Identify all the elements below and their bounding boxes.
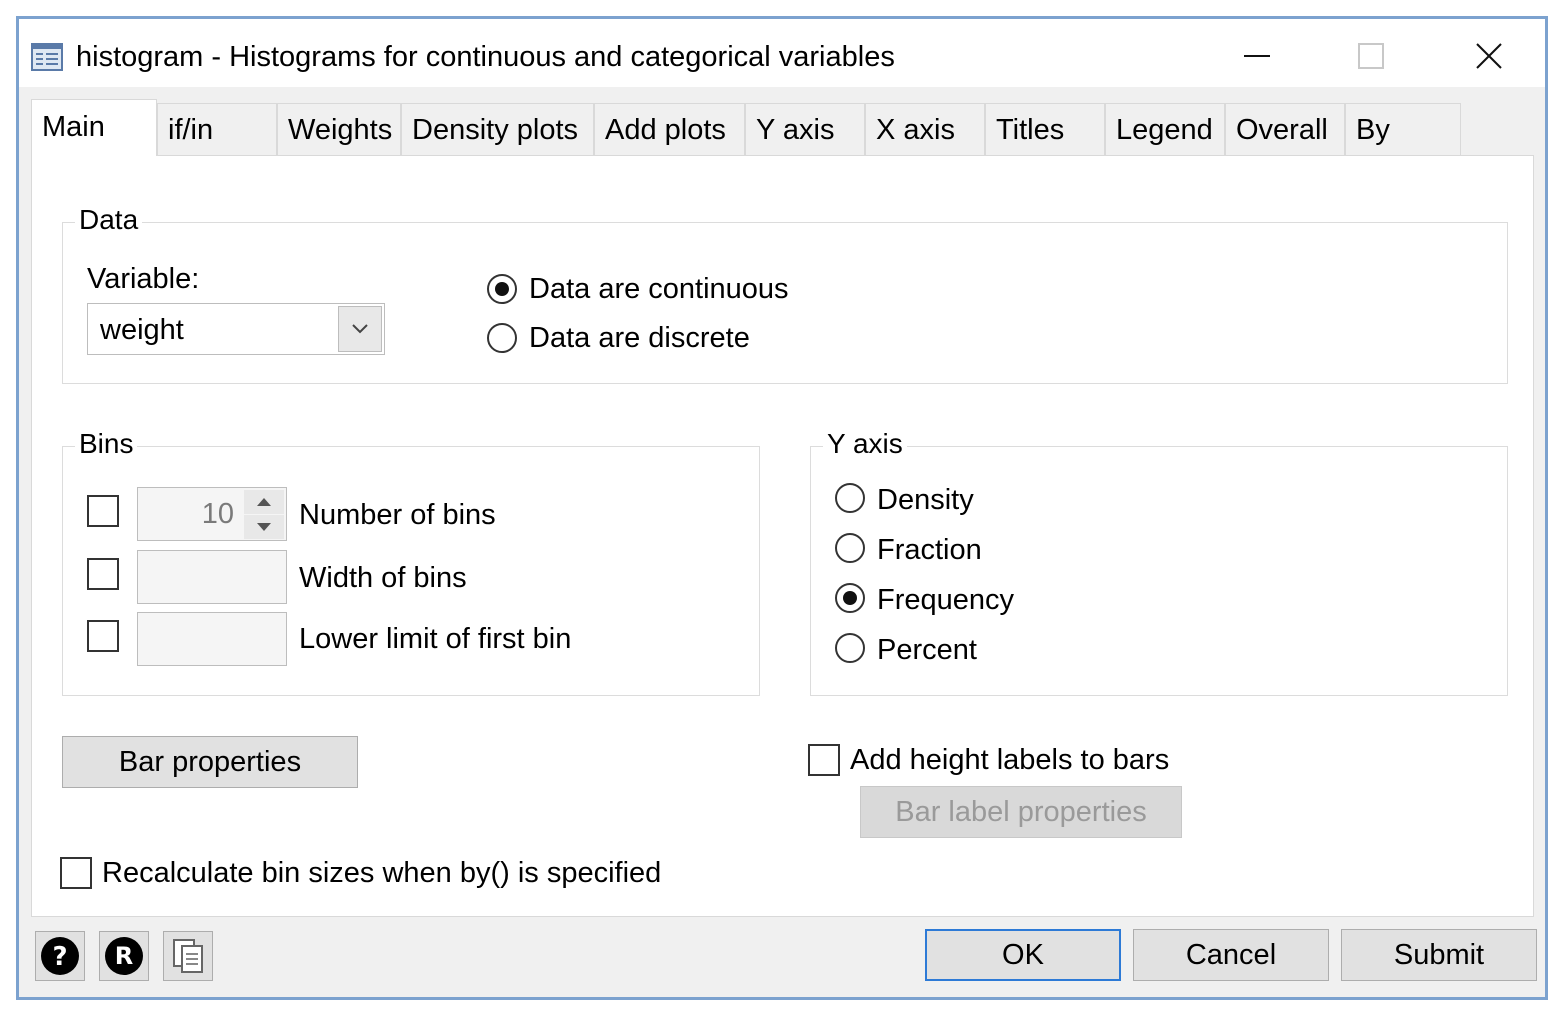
y-axis-percent-radio[interactable]	[835, 633, 865, 663]
window-title: histogram - Histograms for continuous an…	[76, 41, 895, 73]
lower-limit-input[interactable]	[137, 612, 287, 666]
triangle-up-icon	[257, 498, 271, 506]
copy-icon	[173, 939, 203, 973]
app-icon	[31, 43, 63, 71]
title-bar: histogram - Histograms for continuous an…	[19, 19, 1545, 87]
reset-icon: R	[105, 937, 143, 975]
tab-add-plots[interactable]: Add plots	[594, 103, 745, 155]
submit-button[interactable]: Submit	[1341, 929, 1537, 981]
recalculate-bin-sizes-label: Recalculate bin sizes when by() is speci…	[102, 857, 662, 889]
add-height-labels-label: Add height labels to bars	[850, 744, 1170, 776]
svg-text:?: ?	[52, 942, 67, 972]
bar-label-properties-button[interactable]: Bar label properties	[860, 786, 1182, 838]
svg-text:R: R	[115, 942, 133, 970]
tab-overall[interactable]: Overall	[1225, 103, 1345, 155]
chevron-down-icon	[352, 324, 368, 334]
y-axis-group: Y axis Density Fraction Frequency Percen…	[810, 427, 1508, 696]
number-of-bins-label: Number of bins	[299, 499, 496, 531]
y-axis-frequency-label: Frequency	[877, 584, 1015, 616]
maximize-button	[1341, 33, 1401, 79]
variable-combobox[interactable]: weight	[87, 303, 385, 355]
data-discrete-radio[interactable]	[487, 323, 517, 353]
reset-button[interactable]: R	[99, 931, 149, 981]
tab-density-plots[interactable]: Density plots	[401, 103, 594, 155]
lower-limit-label: Lower limit of first bin	[299, 623, 572, 655]
dropdown-button[interactable]	[338, 306, 382, 352]
tab-weights[interactable]: Weights	[277, 103, 401, 155]
recalculate-bin-sizes-checkbox[interactable]	[60, 857, 92, 889]
lower-limit-checkbox[interactable]	[87, 620, 119, 652]
tab-by[interactable]: By	[1345, 103, 1461, 155]
help-icon: ?	[41, 937, 79, 975]
variable-label: Variable:	[87, 263, 200, 295]
close-icon	[1476, 43, 1502, 69]
copy-button[interactable]	[163, 931, 213, 981]
y-axis-percent-label: Percent	[877, 634, 977, 666]
dialog-window: histogram - Histograms for continuous an…	[16, 16, 1548, 1000]
data-group-legend: Data	[75, 203, 143, 237]
data-continuous-label: Data are continuous	[529, 273, 789, 305]
bar-properties-button[interactable]: Bar properties	[62, 736, 358, 788]
y-axis-density-radio[interactable]	[835, 483, 865, 513]
width-of-bins-checkbox[interactable]	[87, 558, 119, 590]
data-discrete-label: Data are discrete	[529, 322, 750, 354]
tab-x-axis[interactable]: X axis	[865, 103, 985, 155]
tab-y-axis[interactable]: Y axis	[745, 103, 865, 155]
ok-button[interactable]: OK	[925, 929, 1121, 981]
data-continuous-radio[interactable]	[487, 274, 517, 304]
width-of-bins-input[interactable]	[137, 550, 287, 604]
y-axis-fraction-label: Fraction	[877, 534, 982, 566]
tab-if-in[interactable]: if/in	[157, 103, 277, 155]
tab-content-panel: Data Variable: weight Data are continuou…	[31, 155, 1534, 917]
help-button[interactable]: ?	[35, 931, 85, 981]
spinner-down-button[interactable]	[244, 515, 284, 539]
tab-titles[interactable]: Titles	[985, 103, 1105, 155]
bins-group-legend: Bins	[75, 427, 138, 461]
data-group: Data Variable: weight Data are continuou…	[62, 203, 1508, 384]
number-of-bins-checkbox[interactable]	[87, 495, 119, 527]
minimize-icon	[1244, 55, 1270, 57]
tab-main[interactable]: Main	[31, 99, 157, 156]
cancel-button[interactable]: Cancel	[1133, 929, 1329, 981]
width-of-bins-label: Width of bins	[299, 562, 467, 594]
maximize-icon	[1358, 43, 1384, 69]
minimize-button[interactable]	[1227, 33, 1287, 79]
bins-group: Bins 10 Number of bins Width of bins Low…	[62, 427, 760, 696]
number-of-bins-spinner[interactable]: 10	[137, 487, 287, 541]
close-button[interactable]	[1459, 33, 1519, 79]
y-axis-frequency-radio[interactable]	[835, 583, 865, 613]
y-axis-fraction-radio[interactable]	[835, 533, 865, 563]
triangle-down-icon	[257, 523, 271, 531]
tab-legend[interactable]: Legend	[1105, 103, 1225, 155]
add-height-labels-checkbox[interactable]	[808, 744, 840, 776]
number-of-bins-value: 10	[201, 498, 234, 530]
spinner-up-button[interactable]	[244, 490, 284, 514]
y-axis-density-label: Density	[877, 484, 974, 516]
y-axis-group-legend: Y axis	[823, 427, 907, 461]
variable-value: weight	[100, 314, 184, 346]
